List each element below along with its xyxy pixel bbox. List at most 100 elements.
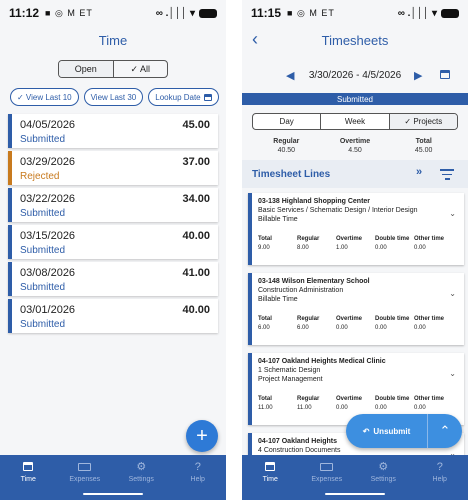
hours-label: Total bbox=[258, 396, 272, 402]
nav-label: Settings bbox=[370, 476, 396, 483]
view-last-30-button[interactable]: View Last 30 bbox=[83, 88, 144, 106]
hours-value: 0.00 bbox=[336, 325, 348, 331]
hours-value: 0.00 bbox=[414, 405, 426, 411]
hours-label: Other time bbox=[414, 316, 445, 322]
timesheet-row[interactable]: 03/29/2026 Rejected 37.00 bbox=[8, 151, 218, 185]
segment-projects[interactable]: ✓ Projects bbox=[389, 114, 457, 129]
hours-value: 0.00 bbox=[375, 325, 387, 331]
view-last-10-button[interactable]: ✓ View Last 10 bbox=[10, 88, 79, 106]
hours-total: Total 11.00 bbox=[258, 388, 297, 411]
timesheet-hours: 40.00 bbox=[182, 230, 210, 242]
calendar-icon bbox=[265, 460, 276, 473]
timesheet-hours: 34.00 bbox=[182, 193, 210, 205]
timesheet-row[interactable]: 03/08/2026 Submitted 41.00 bbox=[8, 262, 218, 296]
summary-label: Overtime bbox=[339, 138, 371, 145]
back-arrow-icon[interactable]: ‹ bbox=[252, 29, 258, 50]
status-bar: 11:12 ■ ◎ M ET ∞ .│││ ▾ bbox=[0, 0, 226, 26]
calendar-icon[interactable] bbox=[440, 70, 450, 79]
question-icon: ? bbox=[436, 460, 443, 473]
hours-other: Other time 0.00 bbox=[414, 228, 454, 251]
hours-label: Regular bbox=[297, 236, 320, 242]
nav-label: Time bbox=[262, 476, 278, 483]
view-last-30-label: View Last 30 bbox=[90, 92, 137, 102]
hours-label: Double time bbox=[375, 316, 410, 322]
hours-regular: Regular 8.00 bbox=[297, 228, 336, 251]
lookup-date-button[interactable]: Lookup Date bbox=[148, 88, 219, 106]
timesheet-status: Submitted bbox=[20, 319, 66, 330]
add-timesheet-button[interactable]: + bbox=[186, 420, 218, 452]
calendar-icon bbox=[23, 460, 34, 473]
hours-grid: Total 11.00 Regular 11.00 Overtime 0.00 Double… bbox=[258, 388, 458, 411]
nav-item-help[interactable]: ? Help bbox=[412, 455, 468, 500]
previous-week-icon[interactable]: ◀ bbox=[286, 69, 294, 82]
hours-label: Overtime bbox=[336, 236, 363, 242]
header: ‹ Timesheets bbox=[242, 26, 468, 54]
hours-overtime: Overtime 1.00 bbox=[336, 228, 375, 251]
hours-overtime: Overtime 0.00 bbox=[336, 388, 375, 411]
timesheet-status: Submitted bbox=[20, 134, 66, 145]
hours-label: Regular bbox=[297, 396, 320, 402]
project-name: 04-107 Oakland Heights Medical Clinic bbox=[258, 358, 386, 365]
status-time: 11:15 bbox=[251, 6, 282, 20]
summary-value: 4.50 bbox=[348, 147, 362, 154]
hours-label: Other time bbox=[414, 396, 445, 402]
nav-label: Help bbox=[190, 476, 205, 483]
hours-value: 0.00 bbox=[336, 405, 348, 411]
project-phase: 1 Schematic Design bbox=[258, 367, 321, 374]
hours-summary: Regular 40.50 Overtime 4.50 Total 45.00 bbox=[252, 138, 458, 154]
timesheet-line-card[interactable]: 03-138 Highland Shopping Center Basic Ser… bbox=[248, 193, 464, 265]
segment-week[interactable]: Week bbox=[321, 114, 390, 129]
summary-value: 40.50 bbox=[277, 147, 296, 154]
chevron-down-icon[interactable]: ⌄ bbox=[449, 209, 456, 218]
page-title: Timesheets bbox=[321, 32, 389, 48]
segment-day[interactable]: Day bbox=[253, 114, 322, 129]
status-badge: Submitted bbox=[242, 93, 468, 105]
unsubmit-label: Unsubmit bbox=[373, 426, 411, 436]
filter-bar: ✓ View Last 10 View Last 30 Lookup Date bbox=[10, 88, 220, 106]
hours-value: 6.00 bbox=[297, 325, 309, 331]
timesheet-row[interactable]: 04/05/2026 Submitted 45.00 bbox=[8, 114, 218, 148]
toggle-all[interactable]: ✓ All bbox=[114, 61, 168, 77]
toggle-open[interactable]: Open bbox=[59, 61, 114, 77]
timesheet-row[interactable]: 03/01/2026 Submitted 40.00 bbox=[8, 299, 218, 333]
hours-label: Total bbox=[258, 236, 272, 242]
question-icon: ? bbox=[194, 460, 201, 473]
timesheet-row[interactable]: 03/22/2026 Submitted 34.00 bbox=[8, 188, 218, 222]
timesheet-row[interactable]: 03/15/2026 Submitted 40.00 bbox=[8, 225, 218, 259]
summary-regular: Regular 40.50 bbox=[252, 138, 321, 154]
status-time: 11:12 bbox=[9, 6, 40, 20]
chevron-down-icon[interactable]: ⌄ bbox=[449, 289, 456, 298]
hours-value: 1.00 bbox=[336, 245, 348, 251]
nav-item-help[interactable]: ? Help bbox=[170, 455, 227, 500]
timesheet-status: Submitted bbox=[20, 208, 66, 219]
filter-icon[interactable] bbox=[440, 169, 454, 183]
hours-double: Double time 0.00 bbox=[375, 308, 414, 331]
chevron-down-icon[interactable]: ⌄ bbox=[449, 369, 456, 378]
hours-total: Total 6.00 bbox=[258, 308, 297, 331]
hours-label: Double time bbox=[375, 236, 410, 242]
hours-value: 11.00 bbox=[297, 405, 312, 411]
collapse-all-icon[interactable]: » bbox=[416, 166, 422, 178]
nav-item-time[interactable]: Time bbox=[242, 455, 299, 500]
battery-icon bbox=[199, 8, 217, 18]
hours-double: Double time 0.00 bbox=[375, 388, 414, 411]
hours-label: Overtime bbox=[336, 396, 363, 402]
hours-value: 0.00 bbox=[414, 325, 426, 331]
summary-value: 45.00 bbox=[414, 147, 433, 154]
hours-double: Double time 0.00 bbox=[375, 228, 414, 251]
bottom-nav: Time Expenses ⚙ Settings? Help bbox=[242, 455, 468, 500]
timesheet-hours: 41.00 bbox=[182, 267, 210, 279]
hours-value: 11.00 bbox=[258, 405, 273, 411]
chevron-up-icon[interactable]: ⌃ bbox=[428, 423, 462, 439]
hours-label: Regular bbox=[297, 316, 320, 322]
unsubmit-button[interactable]: ↶ Unsubmit bbox=[346, 414, 428, 448]
timesheet-status: Rejected bbox=[20, 171, 60, 182]
hours-grid: Total 9.00 Regular 8.00 Overtime 1.00 Double t… bbox=[258, 228, 458, 251]
next-week-icon[interactable]: ▶ bbox=[414, 69, 422, 82]
timesheet-status: Submitted bbox=[20, 282, 66, 293]
date-navigator: ◀ 3/30/2026 - 4/5/2026 ▶ bbox=[242, 66, 468, 84]
timesheet-line-card[interactable]: 03-148 Wilson Elementary School Construct… bbox=[248, 273, 464, 345]
notification-icons: ■ ◎ M ET bbox=[287, 7, 335, 18]
timesheet-list: 04/05/2026 Submitted 45.00 03/29/2026 Reject… bbox=[8, 114, 218, 336]
nav-item-time[interactable]: Time bbox=[0, 455, 57, 500]
